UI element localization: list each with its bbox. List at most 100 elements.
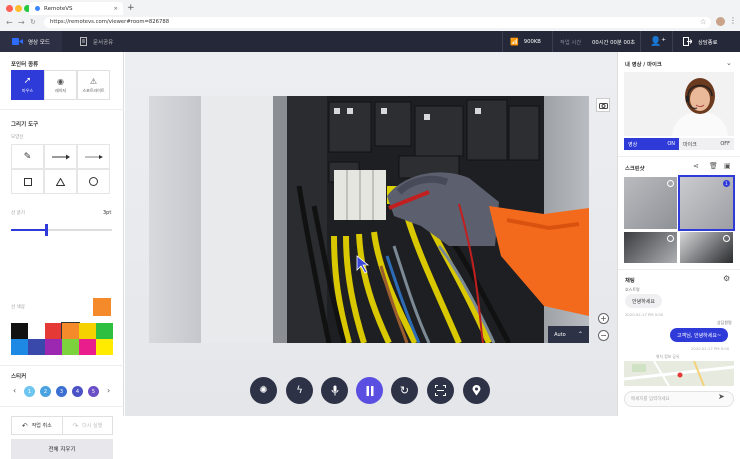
document-share-tab[interactable]: 문서공유 bbox=[80, 31, 150, 52]
color-swatch[interactable] bbox=[79, 323, 96, 339]
screenshot-thumb-1[interactable] bbox=[624, 177, 677, 229]
flash-off-button[interactable]: ϟ bbox=[286, 377, 313, 404]
color-swatch[interactable] bbox=[61, 322, 80, 340]
tab-title: RemoteVS bbox=[44, 5, 73, 12]
invite-user-icon[interactable]: 👤⁺ bbox=[650, 31, 666, 52]
location-map[interactable] bbox=[624, 361, 734, 386]
color-swatch[interactable] bbox=[11, 323, 28, 339]
redo-button[interactable]: ↷ 다시 실행 bbox=[63, 417, 113, 434]
reload-icon[interactable]: ↻ bbox=[30, 17, 36, 28]
microphone-button[interactable] bbox=[321, 377, 348, 404]
sticker-4[interactable]: 4 bbox=[72, 386, 83, 397]
thin-arrow-tool[interactable] bbox=[77, 144, 110, 169]
selected-color-swatch[interactable] bbox=[93, 298, 111, 316]
profile-avatar[interactable] bbox=[716, 17, 725, 26]
pause-icon bbox=[366, 385, 373, 396]
chat-settings-gear-icon[interactable]: ⚙ bbox=[723, 274, 730, 283]
color-swatch[interactable] bbox=[79, 339, 96, 355]
chevron-up-icon: ⌃ bbox=[577, 331, 583, 338]
color-swatch[interactable] bbox=[96, 339, 113, 355]
browser-tab[interactable]: RemoteVS × bbox=[29, 2, 123, 15]
shared-video-frame[interactable]: Auto ⌃ bbox=[149, 96, 589, 343]
screenshot-thumb-2-selected[interactable]: 1 bbox=[678, 175, 735, 231]
sticker-prev-icon[interactable]: ‹ bbox=[13, 386, 16, 395]
refresh-icon: ↻ bbox=[399, 384, 410, 397]
undo-icon: ↶ bbox=[21, 421, 28, 430]
sticker-next-icon[interactable]: › bbox=[107, 386, 110, 395]
triangle-tool[interactable] bbox=[44, 169, 77, 194]
address-bar[interactable]: https://remotevs.com/viewer#room=826788 bbox=[44, 17, 711, 28]
arrow-tool[interactable] bbox=[44, 144, 77, 169]
pointer-spotlight-button[interactable]: ⚠ 스포트라이트 bbox=[77, 70, 110, 100]
collapse-chevron-icon[interactable]: ⌄ bbox=[726, 59, 732, 67]
location-button[interactable] bbox=[463, 377, 490, 404]
thickness-slider-track[interactable] bbox=[11, 229, 112, 231]
minimize-window-icon[interactable] bbox=[15, 5, 22, 12]
favicon-icon bbox=[35, 6, 40, 11]
aperture-button[interactable]: ✺ bbox=[250, 377, 277, 404]
end-session-button[interactable]: 상담종료 bbox=[683, 31, 718, 52]
pointer-type-title: 포인터 종류 bbox=[11, 62, 39, 68]
menu-icon[interactable]: ⋮ bbox=[729, 16, 737, 25]
color-palette bbox=[11, 322, 113, 355]
refresh-button[interactable]: ↻ bbox=[391, 377, 418, 404]
color-swatch[interactable] bbox=[28, 339, 45, 355]
map-image bbox=[624, 361, 734, 386]
video-mode-tab[interactable]: 영상 모드 bbox=[0, 31, 62, 52]
zoom-in-icon[interactable]: + bbox=[598, 313, 609, 324]
bandwidth-indicator: 📶 900KB bbox=[510, 37, 541, 46]
send-icon[interactable]: ➤ bbox=[718, 392, 725, 401]
scan-button[interactable] bbox=[427, 377, 454, 404]
color-swatch[interactable] bbox=[45, 323, 62, 339]
circle-icon bbox=[89, 177, 98, 186]
color-swatch[interactable] bbox=[11, 339, 28, 355]
zoom-out-icon[interactable]: − bbox=[598, 330, 609, 341]
pointer-mouse-button[interactable]: ➚ 마우스 bbox=[11, 70, 44, 100]
color-swatch[interactable] bbox=[28, 323, 45, 339]
share-icon[interactable]: ⋖ bbox=[693, 162, 699, 170]
flash-off-icon: ϟ bbox=[296, 385, 303, 396]
sticker-title: 스티커 bbox=[11, 374, 27, 380]
color-swatch[interactable] bbox=[62, 339, 79, 355]
close-tab-icon[interactable]: × bbox=[113, 6, 118, 12]
capture-camera-button[interactable] bbox=[596, 98, 610, 112]
sticker-1[interactable]: 1 bbox=[24, 386, 35, 397]
host-name-label: 호스트명 bbox=[625, 287, 640, 292]
video-toggle[interactable]: 영상 ON bbox=[624, 138, 679, 150]
thickness-slider-handle[interactable] bbox=[45, 224, 49, 236]
color-swatch[interactable] bbox=[45, 339, 62, 355]
pointer-tools: ➚ 마우스 ◉ 레이저 ⚠ 스포트라이트 bbox=[11, 70, 110, 100]
pause-button[interactable] bbox=[356, 377, 383, 404]
freehand-tool[interactable]: ✎ bbox=[11, 144, 44, 169]
clear-all-button[interactable]: 전체 지우기 bbox=[11, 439, 113, 459]
screenshot-thumb-3[interactable] bbox=[624, 232, 677, 263]
save-icon[interactable]: ▣ bbox=[724, 162, 731, 170]
work-time-value: 00시간 00분 00초 bbox=[592, 39, 636, 46]
close-window-icon[interactable] bbox=[6, 5, 13, 12]
sticker-2[interactable]: 2 bbox=[40, 386, 51, 397]
pointer-laser-button[interactable]: ◉ 레이저 bbox=[44, 70, 77, 100]
new-tab-icon[interactable]: + bbox=[127, 3, 135, 13]
forward-icon[interactable]: → bbox=[18, 17, 25, 28]
mic-toggle[interactable]: 마이크 OFF bbox=[679, 138, 734, 150]
circle-tool[interactable] bbox=[77, 169, 110, 194]
quality-select[interactable]: Auto ⌃ bbox=[548, 326, 589, 343]
my-camera-preview bbox=[624, 72, 734, 136]
chat-time-host: 2020.02.17 PM 5:00 bbox=[625, 312, 664, 317]
sticker-3[interactable]: 3 bbox=[56, 386, 67, 397]
back-icon[interactable]: ← bbox=[6, 17, 13, 28]
cursor-icon: ➚ bbox=[23, 76, 32, 86]
undo-redo-group: ↶ 작업 취소 ↷ 다시 실행 bbox=[11, 416, 113, 435]
browser-chrome: RemoteVS × + ← → ↻ https://remotevs.com/… bbox=[0, 0, 740, 31]
triangle-icon bbox=[56, 177, 65, 186]
color-swatch[interactable] bbox=[96, 323, 113, 339]
bookmark-star-icon[interactable]: ☆ bbox=[700, 18, 706, 26]
sticker-5[interactable]: 5 bbox=[88, 386, 99, 397]
spotlight-icon: ⚠ bbox=[89, 76, 98, 86]
undo-button[interactable]: ↶ 작업 취소 bbox=[12, 417, 63, 434]
rectangle-tool[interactable] bbox=[11, 169, 44, 194]
trash-icon[interactable]: 🗑 bbox=[709, 162, 718, 170]
thickness-value: 3pt bbox=[103, 210, 112, 216]
screenshot-thumb-4[interactable] bbox=[680, 232, 733, 263]
microphone-icon bbox=[331, 385, 338, 396]
